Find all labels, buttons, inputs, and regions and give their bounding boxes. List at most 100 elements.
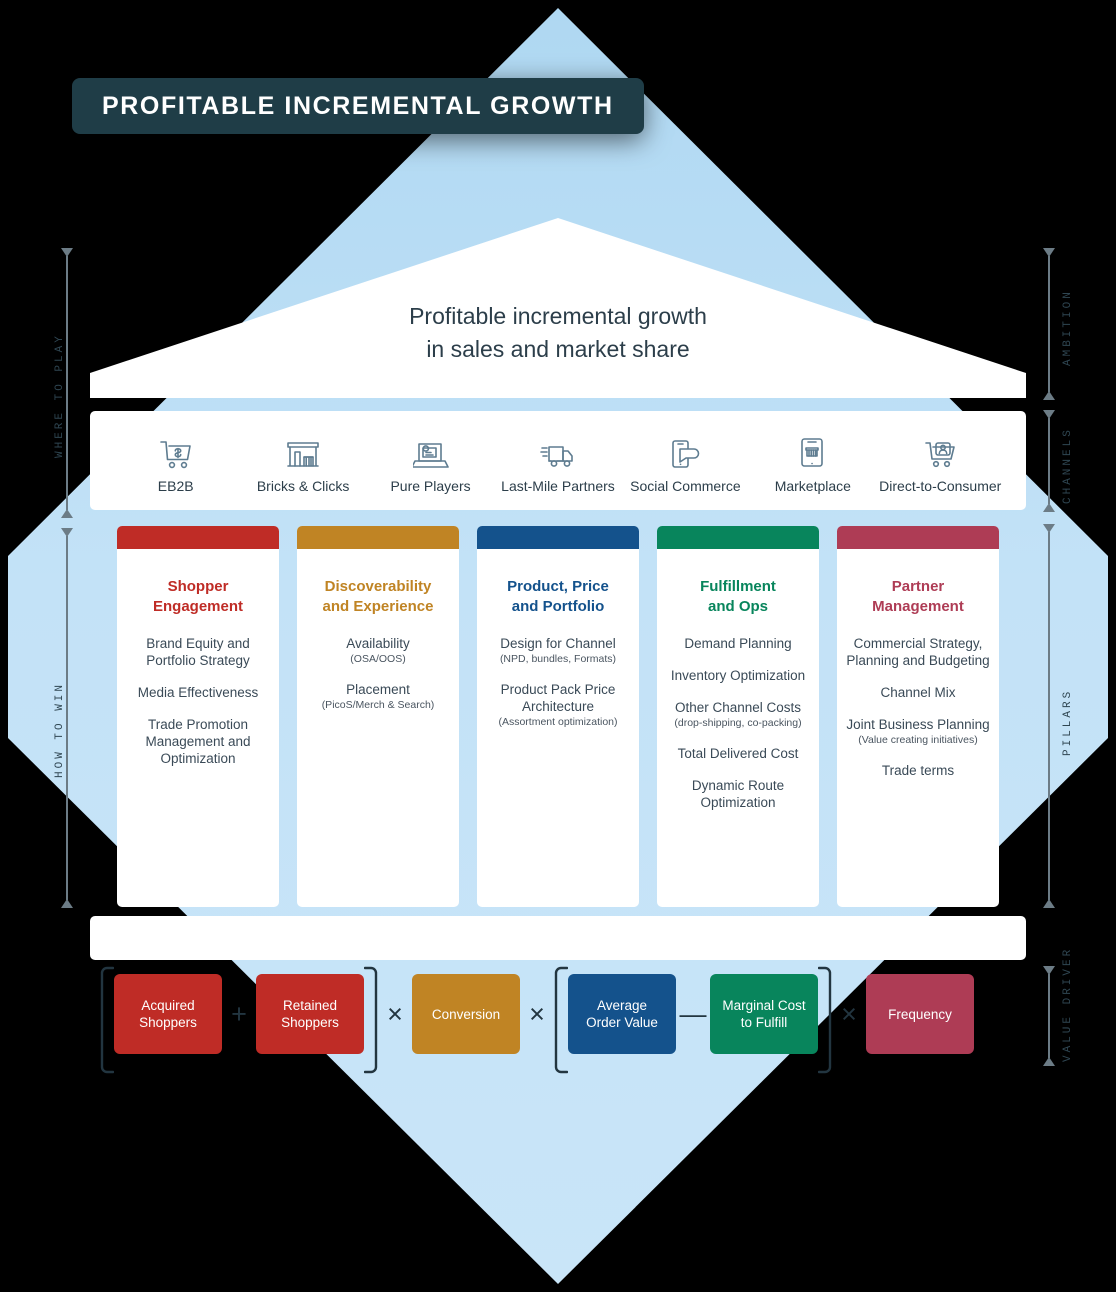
channels-band: EB2B Bricks & Clicks Pure Players Last-Mile… — [90, 411, 1026, 510]
channel-label: EB2B — [157, 478, 194, 494]
axis-where-to-play: WHERE TO PLAY — [54, 248, 76, 518]
pillar-color-cap — [837, 526, 999, 549]
value-box-label: Frequency — [888, 1006, 952, 1022]
axis-label-where-to-play: WHERE TO PLAY — [54, 333, 66, 458]
pillar-item-subtext: (drop-shipping, co-packing) — [674, 717, 802, 729]
channel-label: Last-Mile Partners — [501, 478, 615, 494]
page-title: PROFITABLE INCREMENTAL GROWTH — [102, 91, 614, 120]
value-box-label: Average Order Value — [586, 998, 658, 1030]
storefront-icon — [286, 427, 320, 469]
axis-label-pillars: PILLARS — [1062, 688, 1074, 756]
delivery-truck-icon — [540, 427, 576, 469]
value-box-acquired-shoppers[interactable]: Acquired Shoppers — [114, 974, 222, 1054]
page-title-badge: PROFITABLE INCREMENTAL GROWTH — [72, 78, 644, 134]
laptop-payment-icon — [412, 427, 449, 469]
pillar-item: Dynamic Route Optimization — [666, 777, 810, 811]
channel-label: Marketplace — [774, 478, 851, 494]
pillar-item-text: Inventory Optimization — [670, 668, 806, 683]
axis-label-channels: CHANNELS — [1062, 427, 1074, 504]
channel-item-5[interactable]: Marketplace — [749, 427, 876, 494]
operator-multiply-2: × — [529, 998, 545, 1029]
pillar-item-text: Channel Mix — [880, 685, 956, 700]
pillar-item-text: Trade terms — [881, 763, 955, 778]
axis-pillars: PILLARS — [1040, 524, 1074, 908]
pillar-item: Trade terms — [846, 762, 990, 779]
pillar-color-cap — [477, 526, 639, 549]
pillars-row: Shopper Engagement Brand Equity and Portfo… — [117, 526, 999, 907]
pillar-card-3[interactable]: Fulfillment and Ops Demand Planning Invento… — [657, 526, 819, 907]
pillar-item: Inventory Optimization — [666, 667, 810, 684]
foundation-bar — [90, 916, 1026, 960]
pillar-item-subtext: (NPD, bundles, Formats) — [499, 653, 617, 665]
pillar-item: Placement (PicoS/Merch & Search) — [306, 681, 450, 712]
pillar-card-1[interactable]: Discoverability and Experience Availabilit… — [297, 526, 459, 907]
operator-minus: — — [679, 998, 707, 1029]
pillar-item: Commercial Strategy, Planning and Budget… — [846, 635, 990, 669]
ambition-line-2: in sales and market share — [426, 336, 690, 362]
pillar-item-text: Design for Channel — [500, 636, 616, 651]
pillar-item-text: Trade Promotion Management and Optimizat… — [145, 717, 251, 766]
value-driver-equation: Acquired Shoppers + Retained Shoppers × Conver… — [100, 966, 1016, 1074]
channel-label: Direct-to-Consumer — [879, 478, 1002, 494]
value-box-conversion[interactable]: Conversion — [412, 974, 520, 1054]
channel-item-6[interactable]: Direct-to-Consumer — [877, 427, 1004, 494]
pillar-item-text: Dynamic Route Optimization — [691, 778, 785, 810]
pillar-card-4[interactable]: Partner Management Commercial Strategy, Pl… — [837, 526, 999, 907]
operator-multiply-1: × — [387, 998, 403, 1029]
channel-item-4[interactable]: Social Commerce — [622, 427, 749, 494]
value-box-retained-shoppers[interactable]: Retained Shoppers — [256, 974, 364, 1054]
value-box-frequency[interactable]: Frequency — [866, 974, 974, 1054]
pillar-title: Shopper Engagement — [152, 578, 243, 615]
operator-multiply-3: × — [841, 998, 857, 1029]
pillar-item: Demand Planning — [666, 635, 810, 652]
pillar-item: Product Pack Price Architecture (Assortme… — [486, 681, 630, 729]
pillar-title: Discoverability and Experience — [322, 578, 434, 615]
operator-plus: + — [231, 998, 247, 1029]
axis-label-value-driver: VALUE DRIVER — [1062, 946, 1074, 1062]
pillar-item: Total Delivered Cost — [666, 745, 810, 762]
pillar-item-subtext: (PicoS/Merch & Search) — [321, 699, 435, 711]
pillar-item: Design for Channel (NPD, bundles, Formats… — [486, 635, 630, 666]
axis-channels: CHANNELS — [1040, 410, 1074, 512]
equation-group-shoppers: Acquired Shoppers + Retained Shoppers — [100, 966, 378, 1074]
value-box-label: Conversion — [431, 1006, 501, 1022]
pillar-item: Other Channel Costs (drop-shipping, co-pa… — [666, 699, 810, 730]
pillar-item: Brand Equity and Portfolio Strategy — [126, 635, 270, 669]
pillar-card-0[interactable]: Shopper Engagement Brand Equity and Portfo… — [117, 526, 279, 907]
axis-label-how-to-win: HOW TO WIN — [54, 681, 66, 778]
ambition-statement: Profitable incremental growth in sales a… — [90, 300, 1026, 366]
pillar-item: Media Effectiveness — [126, 684, 270, 701]
pillar-item-subtext: (Value creating initiatives) — [858, 734, 978, 746]
pillar-card-2[interactable]: Product, Price and Portfolio Design for Ch… — [477, 526, 639, 907]
shopping-cart-dollar-icon — [159, 427, 193, 469]
pillar-item: Trade Promotion Management and Optimizat… — [126, 716, 270, 767]
axis-how-to-win: HOW TO WIN — [54, 528, 76, 908]
channel-item-0[interactable]: EB2B — [112, 427, 239, 494]
pillar-item-subtext: (OSA/OOS) — [350, 653, 406, 665]
channel-item-1[interactable]: Bricks & Clicks — [239, 427, 366, 494]
pillar-item-text: Commercial Strategy, Planning and Budget… — [846, 636, 990, 668]
channel-label: Social Commerce — [630, 478, 741, 494]
pillar-item-subtext: (Assortment optimization) — [498, 716, 618, 728]
pillar-item-text: Media Effectiveness — [137, 685, 259, 700]
axis-value-driver: VALUE DRIVER — [1040, 947, 1074, 1066]
pillar-item-text: Joint Business Planning — [846, 717, 990, 732]
pillar-color-cap — [657, 526, 819, 549]
value-box-label: Retained Shoppers — [281, 998, 339, 1030]
value-box-marginal-cost-to-fulfill[interactable]: Marginal Cost to Fulfill — [710, 974, 818, 1054]
axis-label-ambition: AMBITION — [1062, 289, 1074, 366]
value-box-label: Acquired Shoppers — [139, 998, 197, 1030]
ambition-line-1: Profitable incremental growth — [409, 303, 707, 329]
pillar-item: Channel Mix — [846, 684, 990, 701]
equation-group-margin: Average Order Value — Marginal Cost to Fulfi… — [554, 966, 832, 1074]
value-box-average-order-value[interactable]: Average Order Value — [568, 974, 676, 1054]
pillar-item-text: Placement — [346, 682, 410, 697]
pillar-color-cap — [297, 526, 459, 549]
channel-item-3[interactable]: Last-Mile Partners — [494, 427, 621, 494]
pillar-item: Availability (OSA/OOS) — [306, 635, 450, 666]
channel-label: Bricks & Clicks — [256, 478, 350, 494]
shopping-cart-person-icon — [923, 427, 957, 469]
pillar-item-text: Brand Equity and Portfolio Strategy — [146, 636, 250, 668]
channel-item-2[interactable]: Pure Players — [367, 427, 494, 494]
value-box-label: Marginal Cost to Fulfill — [722, 998, 806, 1030]
